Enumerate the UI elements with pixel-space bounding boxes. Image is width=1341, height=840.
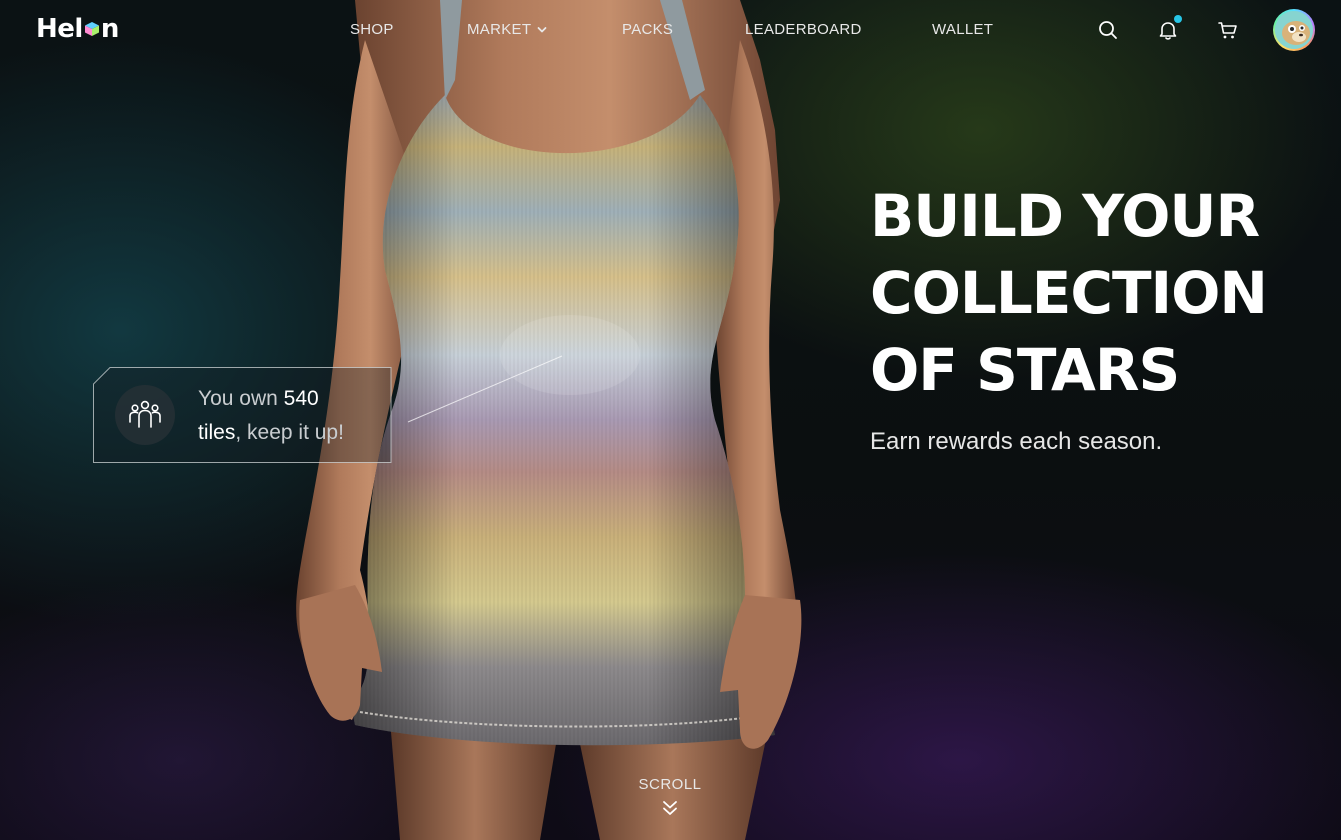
hero-page: Hel n SHOP MARKET PACKS LEADERBOARD WALL… (0, 0, 1341, 840)
site-header: Hel n SHOP MARKET PACKS LEADERBOARD WALL… (0, 0, 1341, 62)
community-icon-badge (115, 385, 175, 445)
cart-icon (1218, 22, 1237, 39)
search-icon (1099, 21, 1117, 39)
nav-item-wallet[interactable]: WALLET (932, 21, 993, 38)
nav-label: LEADERBOARD (745, 21, 862, 38)
tiles-owned-callout: You own 540 tiles, keep it up! (93, 367, 392, 463)
callout-text-before: You own (198, 387, 284, 410)
avatar-face-icon (1275, 11, 1313, 49)
hero-title: BUILD YOUR COLLECTION OF STARS (870, 178, 1310, 409)
scroll-indicator[interactable]: SCROLL (620, 776, 720, 817)
nav-label: SHOP (350, 21, 394, 38)
callout-text-after: , keep it up! (235, 421, 344, 444)
hero-title-line: OF STARS (870, 336, 1180, 404)
user-avatar[interactable] (1273, 9, 1315, 51)
hero-subtitle: Earn rewards each season. (870, 428, 1163, 455)
helon-logo[interactable]: Hel n (36, 14, 119, 44)
nav-item-market[interactable]: MARKET (467, 21, 547, 38)
double-chevron-down-icon (663, 801, 677, 815)
notifications-button[interactable] (1156, 15, 1182, 42)
cart-button[interactable] (1216, 18, 1240, 42)
search-button[interactable] (1096, 18, 1120, 42)
chevron-down-icon (537, 26, 547, 32)
hero-title-line: BUILD YOUR (870, 182, 1260, 250)
nav-item-shop[interactable]: SHOP (350, 21, 394, 38)
tiles-word: tiles (198, 421, 236, 444)
nav-item-leaderboard[interactable]: LEADERBOARD (745, 21, 862, 38)
community-icon (129, 400, 161, 428)
notification-badge (1174, 15, 1182, 23)
tiles-count: 540 (283, 387, 319, 410)
tiles-owned-text: You own 540 tiles, keep it up! (198, 382, 383, 450)
scroll-label: SCROLL (638, 776, 702, 793)
nav-item-packs[interactable]: PACKS (622, 21, 673, 38)
nav-label: PACKS (622, 21, 674, 38)
logo-cube-icon (84, 22, 99, 36)
avatar-image (1275, 11, 1313, 49)
logo-text-suffix: n (100, 14, 120, 44)
hero-title-line: COLLECTION (870, 259, 1268, 327)
logo-text-prefix: Hel (36, 14, 83, 44)
nav-label: MARKET (467, 21, 532, 38)
nav-label: WALLET (932, 21, 994, 38)
